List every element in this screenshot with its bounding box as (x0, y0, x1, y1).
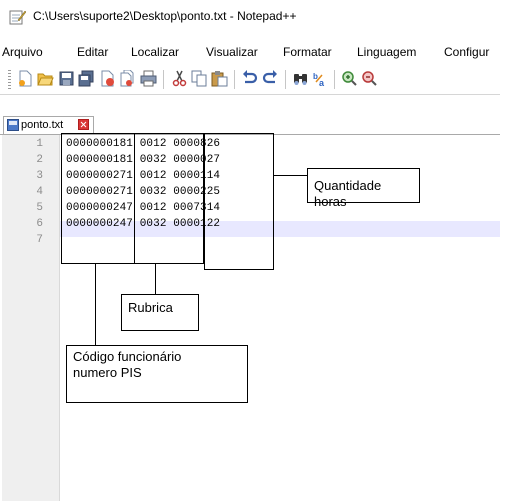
copy-icon[interactable] (191, 70, 208, 87)
line-number: 7 (36, 234, 43, 246)
paste-icon[interactable] (211, 70, 228, 87)
svg-text:a: a (319, 78, 325, 87)
callout-quantidade-horas: Quantidade horas (307, 168, 420, 209)
line-number: 2 (36, 154, 43, 166)
tab-bar: ponto.txt (0, 113, 508, 135)
toolbar-grip[interactable] (8, 70, 11, 90)
horas-connector (274, 175, 308, 176)
tab-ponto-txt[interactable]: ponto.txt (3, 116, 94, 134)
line-number-gutter: 1 2 3 4 5 6 7 (2, 135, 59, 501)
toolbar-separator (334, 70, 335, 89)
close-icon[interactable] (99, 70, 116, 87)
toolbar-separator (285, 70, 286, 89)
codigo-column-box (61, 133, 135, 264)
open-folder-icon[interactable] (37, 70, 54, 87)
menu-linguagem[interactable]: Linguagem (357, 45, 416, 59)
menu-arquivo[interactable]: Arquivo (2, 45, 43, 59)
codigo-connector (95, 264, 96, 346)
line-number: 4 (36, 186, 43, 198)
menu-bar: Arquivo Editar Localizar Visualizar Form… (0, 43, 508, 63)
window-right-edge (500, 0, 508, 501)
cut-icon[interactable] (171, 70, 188, 87)
rubrica-column-box (134, 133, 204, 264)
zoom-out-icon[interactable] (361, 70, 378, 87)
find-icon[interactable] (292, 70, 309, 87)
menu-localizar[interactable]: Localizar (131, 45, 179, 59)
notepad-app-icon (9, 10, 26, 25)
line-number: 6 (36, 218, 43, 230)
save-icon[interactable] (58, 70, 75, 87)
close-all-icon[interactable] (119, 70, 136, 87)
zoom-in-icon[interactable] (341, 70, 358, 87)
line-number: 5 (36, 202, 43, 214)
callout-codigo-line2: numero PIS (73, 365, 142, 380)
print-icon[interactable] (140, 70, 157, 87)
line-number: 3 (36, 170, 43, 182)
file-icon (7, 119, 19, 131)
callout-codigo-funcionario: Código funcionário numero PIS (66, 345, 248, 403)
menu-visualizar[interactable]: Visualizar (206, 45, 258, 59)
menu-configuracoes[interactable]: Configur (444, 45, 489, 59)
callout-rubrica: Rubrica (121, 294, 199, 331)
horas-column-box (204, 133, 274, 270)
new-file-icon[interactable] (17, 70, 34, 87)
menu-editar[interactable]: Editar (77, 45, 108, 59)
replace-icon[interactable]: ba (312, 70, 329, 87)
line-number: 1 (36, 138, 43, 150)
toolbar-separator (163, 70, 164, 89)
toolbar-separator (234, 70, 235, 89)
callout-codigo-line1: Código funcionário (73, 349, 182, 364)
toolbar: ba (0, 66, 508, 95)
gutter-divider (59, 135, 60, 501)
undo-icon[interactable] (241, 70, 258, 87)
save-all-icon[interactable] (78, 70, 95, 87)
menu-formatar[interactable]: Formatar (283, 45, 332, 59)
window-title: C:\Users\suporte2\Desktop\ponto.txt - No… (33, 9, 297, 23)
title-bar: C:\Users\suporte2\Desktop\ponto.txt - No… (0, 0, 508, 36)
tab-close-icon[interactable] (78, 119, 89, 130)
callout-rubrica-text: Rubrica (128, 300, 173, 315)
tab-label: ponto.txt (21, 119, 64, 131)
redo-icon[interactable] (262, 70, 279, 87)
